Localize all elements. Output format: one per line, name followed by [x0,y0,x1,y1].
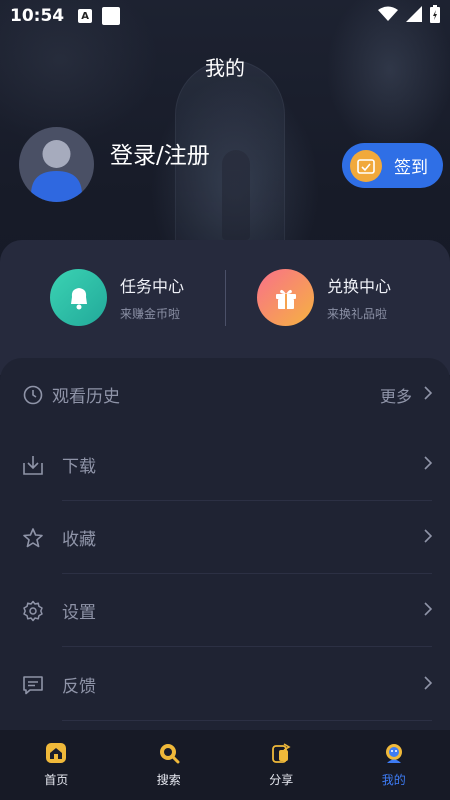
star-icon [22,527,44,549]
menu-row-download[interactable]: 下载 [0,428,450,501]
background-figure [222,150,250,240]
chevron-right-icon [424,385,433,404]
task-center-subtitle: 来赚金币啦 [120,307,181,321]
status-time: 10:54 [10,6,65,26]
rewards-card: 任务中心 来赚金币啦 兑换中心 来换礼品啦 [0,240,450,375]
page-title: 我的 [205,56,245,80]
avatar-icon [31,140,82,202]
menu-list: 观看历史 更多 下载 收藏 设置 反馈 [0,358,450,738]
gear-icon [22,600,44,622]
search-icon [158,742,180,764]
chevron-right-icon [424,455,433,474]
more-link[interactable]: 更多 [380,383,412,407]
wifi-icon [378,6,398,26]
exchange-center[interactable]: 兑换中心 来换礼品啦 [257,269,391,326]
checkin-label: 签到 [394,158,428,178]
rewards-divider [225,270,226,326]
nav-home[interactable]: 首页 [0,730,113,800]
menu-row-settings[interactable]: 设置 [0,574,450,647]
menu-row-favorites[interactable]: 收藏 [0,501,450,574]
checkin-calendar-icon [350,149,382,182]
chevron-right-icon [424,675,433,694]
notification-a-icon: A [78,9,93,23]
signal-icon [406,6,422,26]
watch-history-label: 观看历史 [52,387,120,407]
watch-history-row[interactable]: 观看历史 更多 [0,358,450,431]
menu-label: 反馈 [62,677,96,697]
menu-label: 下载 [62,457,96,477]
chevron-right-icon [424,528,433,547]
feedback-icon [22,674,44,696]
nav-label: 我的 [381,773,406,787]
row-divider [62,720,432,721]
menu-row-feedback[interactable]: 反馈 [0,648,450,721]
nav-label: 首页 [44,773,69,787]
clock-icon [22,384,44,406]
download-icon [22,454,44,476]
bell-icon [50,269,107,326]
task-center[interactable]: 任务中心 来赚金币啦 [50,269,184,326]
profile-icon [383,742,405,764]
task-center-title: 任务中心 [120,277,185,296]
avatar[interactable] [19,127,94,202]
menu-label: 设置 [62,603,96,623]
checkin-button[interactable]: 签到 [342,143,443,188]
bottom-nav: 首页 搜索 分享 我的 [0,730,450,800]
notification-square-icon [102,7,121,25]
row-divider [62,646,432,647]
chevron-right-icon [424,601,433,620]
nav-share[interactable]: 分享 [225,730,338,800]
gift-icon [257,269,314,326]
menu-label: 收藏 [62,530,96,550]
exchange-center-title: 兑换中心 [327,277,392,296]
nav-label: 搜索 [156,773,181,787]
status-bar: 10:54 A [0,0,450,32]
exchange-center-subtitle: 来换礼品啦 [327,307,388,321]
nav-search[interactable]: 搜索 [113,730,226,800]
login-register-link[interactable]: 登录/注册 [110,136,210,170]
home-icon [45,742,67,764]
nav-profile[interactable]: 我的 [338,730,450,800]
battery-icon [430,5,440,27]
share-icon [270,742,292,764]
nav-label: 分享 [269,773,294,787]
